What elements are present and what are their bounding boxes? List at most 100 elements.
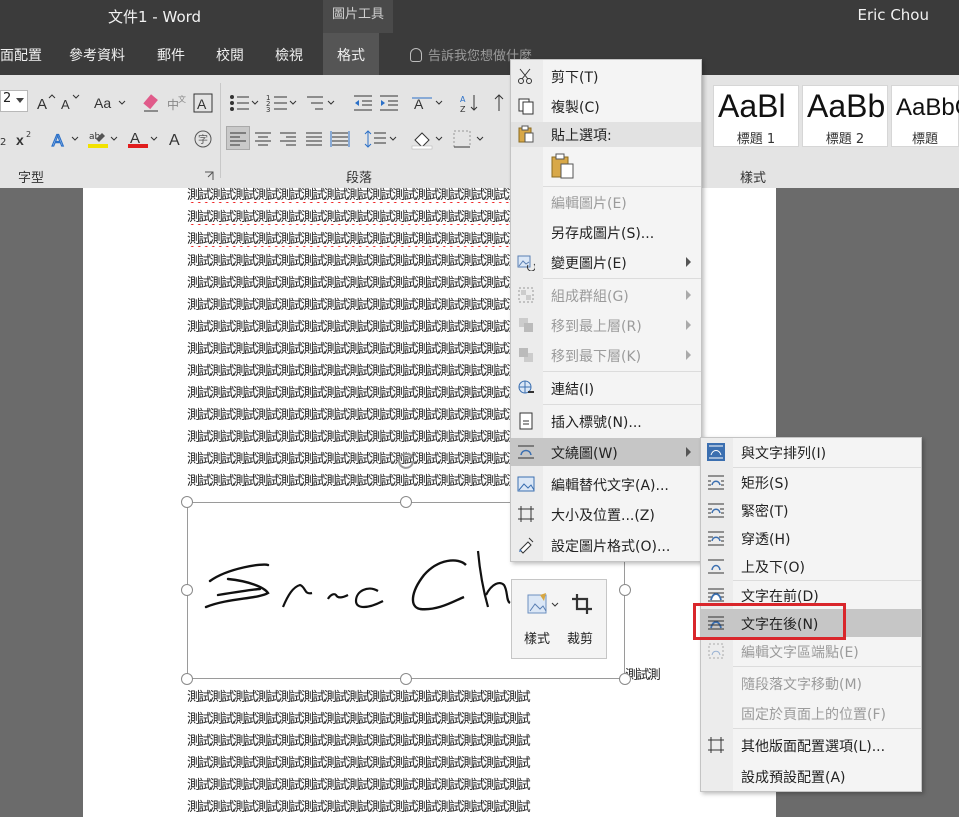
tab-mailings[interactable]: 郵件	[157, 45, 185, 65]
superscript-icon[interactable]: x2	[14, 128, 36, 150]
rotate-handle-icon[interactable]	[396, 450, 416, 470]
menu-item-link[interactable]: 連結(I)	[511, 374, 701, 402]
font-size-input[interactable]: 2	[0, 90, 28, 112]
multilevel-list-icon[interactable]	[304, 92, 336, 114]
svg-text:A: A	[61, 97, 70, 112]
alt-text-icon	[517, 476, 535, 492]
asian-layout-icon[interactable]: A	[410, 92, 444, 114]
numbering-icon[interactable]: 123	[266, 92, 298, 114]
tab-format[interactable]: 格式	[323, 33, 379, 75]
tab-view[interactable]: 檢視	[275, 45, 303, 65]
menu-item-wrap-through[interactable]: 穿透(H)	[701, 524, 921, 552]
tab-references[interactable]: 參考資料	[69, 45, 125, 65]
chevron-down-icon[interactable]	[16, 98, 24, 103]
text-line: 測試測試測試測試測試測試測試測試測試測試測試測試測試測試測試	[187, 474, 512, 489]
menu-item-wrap-text[interactable]: 文繞圖(W)	[511, 438, 701, 466]
decrease-indent-icon[interactable]	[352, 92, 374, 114]
menu-item-fix-position[interactable]: 固定於頁面上的位置(F)	[701, 699, 921, 727]
increase-indent-icon[interactable]	[378, 92, 400, 114]
paste-picture-icon[interactable]	[549, 152, 577, 180]
style-name-label: 標題 1	[736, 132, 776, 147]
tab-review[interactable]: 校閱	[216, 45, 244, 65]
borders-icon[interactable]	[451, 128, 485, 150]
menu-item-edit-picture[interactable]: 編輯圖片(E)	[511, 188, 701, 216]
text-effects-icon[interactable]: A	[50, 128, 80, 150]
style-heading-2[interactable]: AaBb 標題 2	[802, 85, 888, 147]
resize-handle[interactable]	[619, 673, 631, 685]
svg-text:A: A	[197, 96, 207, 112]
styles-group-label: 樣式	[740, 171, 767, 186]
svg-text:2: 2	[26, 130, 31, 139]
svg-text:A: A	[169, 132, 180, 149]
menu-item-wrap-tight[interactable]: 緊密(T)	[701, 496, 921, 524]
submenu-arrow-icon	[686, 290, 691, 300]
picture-style-icon[interactable]	[526, 592, 560, 618]
resize-handle[interactable]	[181, 496, 193, 508]
phonetic-guide-icon[interactable]: 中文	[166, 92, 188, 114]
submenu-arrow-icon	[686, 350, 691, 360]
font-color-icon[interactable]: A	[127, 128, 159, 150]
wrap-square-icon	[708, 475, 724, 490]
menu-item-save-as-picture[interactable]: 另存成圖片(S)...	[511, 218, 701, 246]
menu-item-move-with-text[interactable]: 隨段落文字移動(M)	[701, 669, 921, 697]
copy-icon	[518, 98, 534, 115]
text-line: 測試測試測試測試測試測試測試測試測試測試測試測試測試測試測試	[187, 756, 531, 771]
wrap-top-bottom-icon	[708, 559, 724, 574]
scissors-icon	[518, 68, 532, 84]
ribbon-tabs: 面配置 參考資料 郵件 校閱 檢視 格式 告訴我您想做什麼	[0, 33, 959, 75]
menu-label: 其他版面配置選項(L)...	[741, 739, 886, 755]
crop-icon[interactable]	[570, 592, 594, 616]
style-title[interactable]: AaBbC 標題	[891, 85, 959, 147]
menu-item-copy[interactable]: 複製(C)	[511, 92, 701, 120]
align-left-icon[interactable]	[227, 128, 249, 150]
tab-layout[interactable]: 面配置	[0, 45, 42, 65]
menu-item-size-position[interactable]: 大小及位置...(Z)	[511, 500, 701, 528]
grow-font-icon[interactable]: A	[35, 92, 57, 114]
change-case-icon[interactable]: Aa	[93, 92, 127, 114]
menu-item-edit-wrap-points[interactable]: 編輯文字區端點(E)	[701, 637, 921, 665]
resize-handle[interactable]	[619, 584, 631, 596]
highlight-color-icon[interactable]: ab	[87, 128, 119, 150]
align-right-icon[interactable]	[277, 128, 299, 150]
show-marks-icon[interactable]	[489, 92, 505, 114]
shading-icon[interactable]	[410, 128, 444, 150]
menu-item-wrap-top-bottom[interactable]: 上及下(O)	[701, 552, 921, 580]
user-name[interactable]: Eric Chou	[858, 6, 930, 24]
menu-item-change-picture[interactable]: 變更圖片(E)	[511, 248, 701, 276]
character-shading-icon[interactable]: A	[166, 128, 188, 150]
clear-formatting-icon[interactable]	[141, 92, 163, 114]
sort-icon[interactable]: AZ	[459, 92, 481, 114]
menu-item-wrap-in-line[interactable]: 與文字排列(I)	[701, 438, 921, 466]
menu-item-set-default-layout[interactable]: 設成預設配置(A)	[701, 762, 921, 790]
justify-icon[interactable]	[303, 128, 325, 150]
resize-handle[interactable]	[181, 673, 193, 685]
dialog-launcher-icon[interactable]	[204, 171, 214, 181]
menu-item-edit-alt-text[interactable]: 編輯替代文字(A)...	[511, 470, 701, 498]
enclose-characters-icon[interactable]: 字	[192, 128, 214, 150]
resize-handle[interactable]	[400, 496, 412, 508]
bullets-icon[interactable]	[228, 92, 260, 114]
resize-handle[interactable]	[400, 673, 412, 685]
subscript-icon[interactable]: 2	[0, 128, 12, 150]
align-center-icon[interactable]	[252, 128, 274, 150]
shrink-font-icon[interactable]: A	[59, 92, 81, 114]
mini-crop-label[interactable]: 裁剪	[567, 628, 593, 647]
distributed-icon[interactable]	[329, 128, 351, 150]
group-divider	[220, 83, 221, 178]
submenu-arrow-icon	[686, 320, 691, 330]
resize-handle[interactable]	[181, 584, 193, 596]
menu-item-more-layout-options[interactable]: 其他版面配置選項(L)...	[701, 731, 921, 759]
menu-label: 文繞圖(W)	[551, 446, 618, 462]
svg-text:Z: Z	[460, 105, 466, 114]
menu-item-bring-to-front[interactable]: 移到最上層(R)	[511, 311, 701, 339]
menu-item-group[interactable]: 組成群組(G)	[511, 281, 701, 309]
mini-style-label[interactable]: 樣式	[524, 628, 550, 647]
line-spacing-icon[interactable]	[364, 128, 398, 150]
style-heading-1[interactable]: AaBl 標題 1	[713, 85, 799, 147]
menu-item-cut[interactable]: 剪下(T)	[511, 62, 701, 90]
menu-item-wrap-square[interactable]: 矩形(S)	[701, 468, 921, 496]
menu-item-send-to-back[interactable]: 移到最下層(K)	[511, 341, 701, 369]
menu-item-insert-caption[interactable]: 插入標號(N)...	[511, 407, 701, 435]
menu-item-format-picture[interactable]: 設定圖片格式(O)...	[511, 531, 701, 559]
character-border-icon[interactable]: A	[192, 92, 214, 114]
